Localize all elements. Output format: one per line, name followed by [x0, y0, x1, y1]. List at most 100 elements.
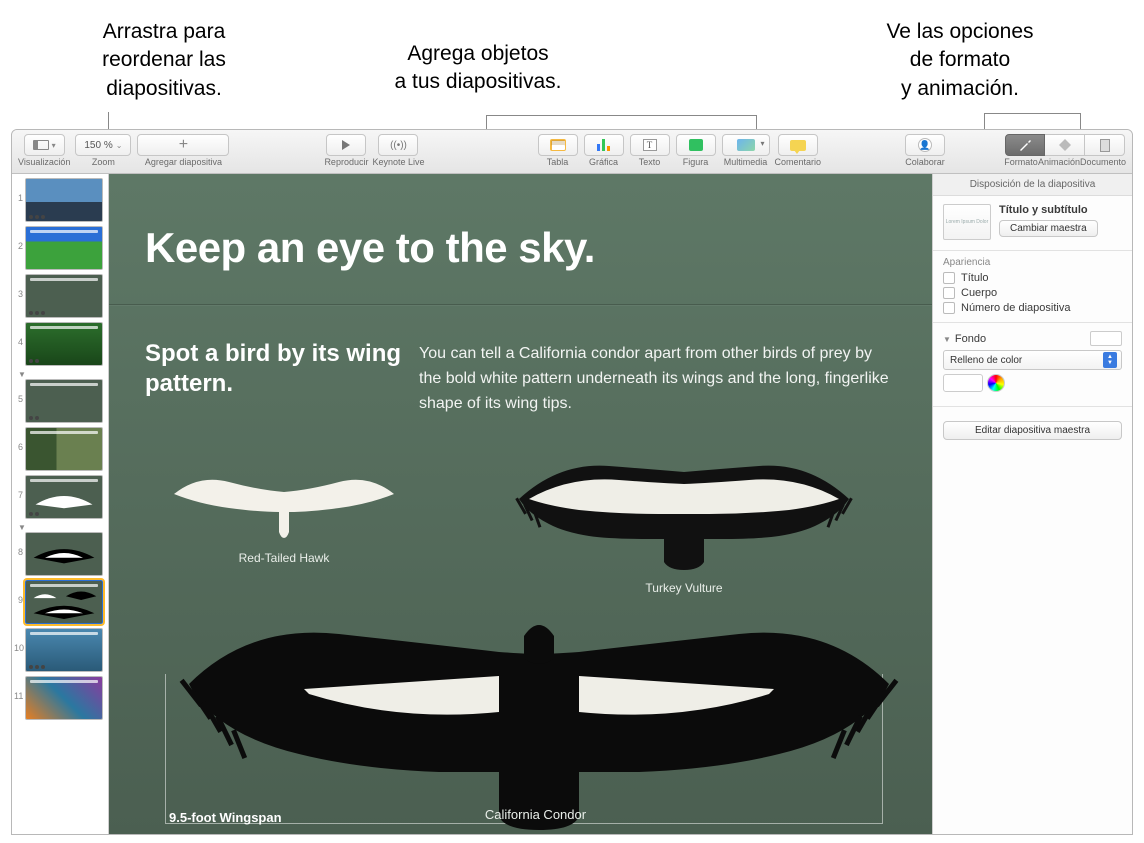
annotation-reorder-text: Arrastra para reordenar las diapositivas…: [102, 20, 226, 100]
change-master-button[interactable]: Cambiar maestra: [999, 220, 1098, 237]
slide-navigator[interactable]: 1 2 3 4 ▼ 5 6 7 ▼ 8 9 10 11: [12, 174, 109, 834]
zoom-value: 150 %: [84, 140, 112, 151]
slide-number: 7: [14, 475, 23, 500]
checkbox-slidenum[interactable]: [943, 302, 955, 314]
comment-button[interactable]: [778, 134, 818, 156]
plus-icon: +: [179, 139, 188, 151]
slide-number: 9: [14, 580, 23, 605]
condor-figure[interactable]: California Condor: [179, 594, 892, 834]
zoom-button[interactable]: 150 % ⌄: [75, 134, 131, 156]
slide-canvas-area[interactable]: Keep an eye to the sky. Spot a bird by i…: [109, 174, 932, 834]
brush-icon: [1018, 138, 1032, 152]
comment-label: Comentario: [775, 158, 822, 167]
appearance-section-label: Apariencia: [943, 257, 1122, 268]
inspector-panel: Disposición de la diapositiva Lorem Ipsu…: [932, 174, 1132, 834]
slide-canvas[interactable]: Keep an eye to the sky. Spot a bird by i…: [109, 174, 932, 834]
checkbox-body[interactable]: [943, 287, 955, 299]
slide-thumbnail[interactable]: [25, 379, 103, 423]
fill-type-value: Relleno de color: [950, 355, 1022, 366]
view-label: Visualización: [18, 158, 70, 167]
view-icon: [33, 140, 49, 150]
slide-title[interactable]: Keep an eye to the sky.: [145, 224, 595, 272]
format-tab[interactable]: [1005, 134, 1045, 156]
zoom-label: Zoom: [92, 158, 115, 167]
color-well[interactable]: [943, 374, 983, 392]
collaborate-label: Colaborar: [905, 158, 945, 167]
annotation-format-anim: Ve las opciones de formato y animación.: [840, 18, 1080, 103]
media-button[interactable]: [722, 134, 770, 156]
view-button[interactable]: ▾: [24, 134, 65, 156]
slide-number: 8: [14, 532, 23, 557]
text-button[interactable]: T: [630, 134, 670, 156]
table-label: Tabla: [547, 158, 569, 167]
disclosure-icon[interactable]: ▼: [943, 335, 951, 344]
slide-thumbnail[interactable]: [25, 427, 103, 471]
slide-thumbnail[interactable]: [25, 322, 103, 366]
condor-silhouette: [179, 594, 899, 834]
chart-button[interactable]: [584, 134, 624, 156]
checkbox-title[interactable]: [943, 272, 955, 284]
keynote-live-button[interactable]: ((•)): [378, 134, 418, 156]
comment-icon: [790, 140, 806, 151]
color-wheel-button[interactable]: [987, 374, 1005, 392]
slide-divider: [109, 304, 932, 305]
annotation-add-objects: Agrega objetos a tus diapositivas.: [358, 40, 598, 97]
fill-type-select[interactable]: Relleno de color ▲▼: [943, 350, 1122, 370]
chart-label: Gráfica: [589, 158, 618, 167]
slide-thumbnail-selected[interactable]: [25, 580, 103, 624]
slide-number: 6: [14, 427, 23, 452]
play-icon: [342, 140, 350, 150]
slide-body-text[interactable]: You can tell a California condor apart f…: [419, 342, 892, 416]
checkbox-body-label: Cuerpo: [961, 287, 997, 299]
disclosure-triangle[interactable]: ▼: [18, 523, 106, 532]
slide-number: 1: [14, 178, 23, 203]
slide-number: 4: [14, 322, 23, 347]
add-slide-button[interactable]: +: [137, 134, 229, 156]
edit-master-button[interactable]: Editar diapositiva maestra: [943, 421, 1122, 440]
inspector-header: Disposición de la diapositiva: [933, 174, 1132, 196]
media-icon: [737, 139, 755, 151]
slide-number: 3: [14, 274, 23, 299]
slide-thumbnail[interactable]: [25, 532, 103, 576]
document-tab[interactable]: [1085, 134, 1125, 156]
slide-thumbnail[interactable]: [25, 475, 103, 519]
collaborate-icon: 👤: [918, 138, 932, 152]
layout-thumbnail: Lorem Ipsum Dolor: [943, 204, 991, 240]
shape-icon: [689, 139, 703, 151]
text-label: Texto: [639, 158, 661, 167]
annotation-reorder: Arrastra para reordenar las diapositivas…: [64, 18, 264, 103]
live-icon: ((•)): [390, 140, 407, 151]
annotation-format-text: Ve las opciones de formato y animación.: [886, 20, 1033, 100]
slide-number: 11: [14, 676, 23, 701]
disclosure-triangle[interactable]: ▼: [18, 370, 106, 379]
collaborate-button[interactable]: 👤: [905, 134, 945, 156]
play-button[interactable]: [326, 134, 366, 156]
slide-number: 2: [14, 226, 23, 251]
diamond-icon: [1058, 138, 1072, 152]
vulture-label: Turkey Vulture: [509, 581, 859, 595]
add-slide-label: Agregar diapositiva: [145, 158, 222, 167]
slide-thumbnail[interactable]: [25, 226, 103, 270]
select-arrows-icon: ▲▼: [1103, 352, 1117, 368]
slide-thumbnail[interactable]: [25, 274, 103, 318]
document-icon: [1100, 139, 1110, 152]
play-label: Reproducir: [324, 158, 368, 167]
slide-number: 5: [14, 379, 23, 404]
wingspan-label[interactable]: 9.5-foot Wingspan: [169, 810, 282, 825]
animate-tab[interactable]: [1045, 134, 1085, 156]
hawk-figure[interactable]: Red-Tailed Hawk: [169, 464, 399, 565]
table-icon: [550, 139, 566, 151]
text-icon: T: [643, 139, 657, 151]
slide-thumbnail[interactable]: [25, 178, 103, 222]
slide-thumbnail[interactable]: [25, 676, 103, 720]
animate-label: Animación: [1038, 158, 1080, 167]
vulture-figure[interactable]: Turkey Vulture: [509, 444, 859, 595]
checkbox-slidenum-label: Número de diapositiva: [961, 302, 1070, 314]
table-button[interactable]: [538, 134, 578, 156]
slide-number: 10: [14, 628, 23, 653]
background-swatch[interactable]: [1090, 331, 1122, 346]
shape-button[interactable]: [676, 134, 716, 156]
slide-subheader[interactable]: Spot a bird by its wing pattern.: [145, 339, 425, 399]
checkbox-title-label: Título: [961, 272, 989, 284]
slide-thumbnail[interactable]: [25, 628, 103, 672]
